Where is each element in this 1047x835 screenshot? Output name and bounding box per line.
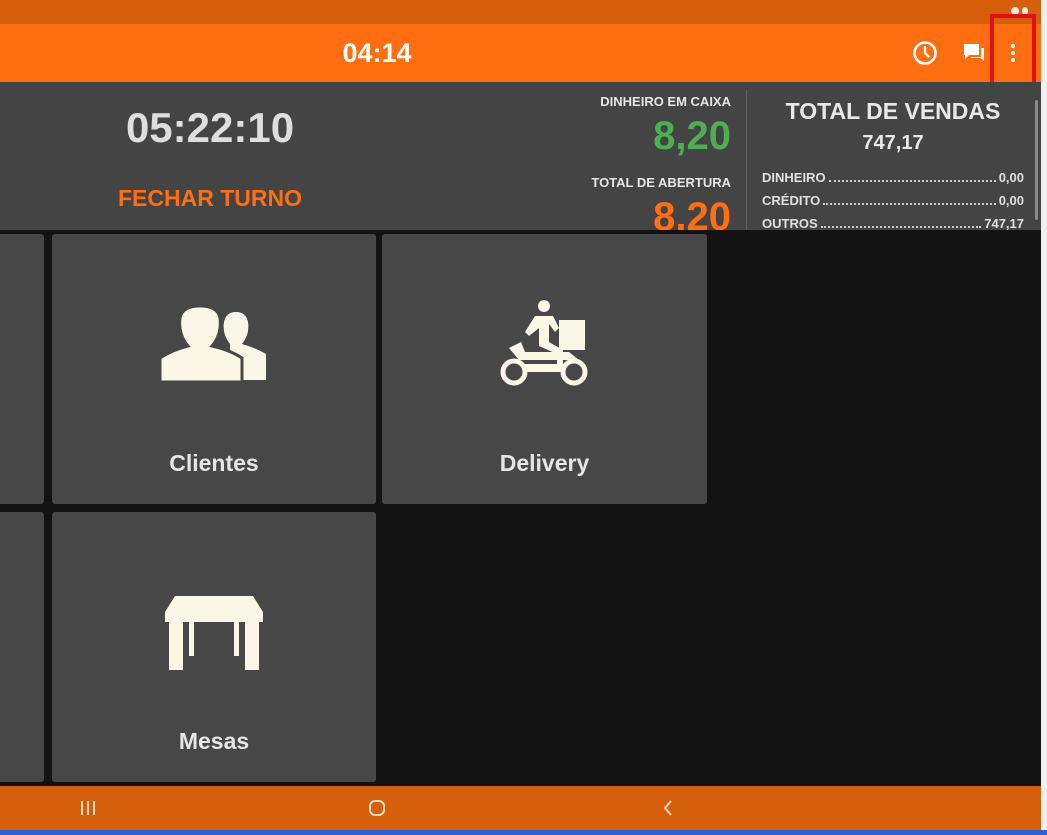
breakdown-label: DINHEIRO — [762, 170, 826, 185]
tile-clientes[interactable]: Clientes — [52, 234, 376, 504]
dot-leader — [823, 203, 996, 205]
system-nav-bar — [0, 786, 1041, 830]
breakdown-value: 747,17 — [984, 216, 1024, 230]
clock-button[interactable] — [906, 24, 944, 82]
sales-title: TOTAL DE VENDAS — [785, 98, 1001, 124]
tile-mesas[interactable]: Mesas — [52, 512, 376, 782]
chat-button[interactable] — [955, 24, 993, 82]
breakdown-label: OUTROS — [762, 216, 818, 230]
shift-info-panel: 05:22:10 FECHAR TURNO DINHEIRO EM CAIXA … — [0, 82, 1041, 230]
delivery-scooter-icon — [500, 300, 588, 386]
breakdown-row-cash: DINHEIRO 0,00 — [762, 170, 1024, 193]
recents-icon — [81, 801, 95, 815]
app-title: 04:14 — [342, 38, 412, 68]
dot-leader — [828, 180, 996, 182]
more-vert-icon — [1011, 44, 1015, 62]
tile-partial-left-2[interactable] — [0, 512, 44, 782]
breakdown-row-other: OUTROS 747,17 — [762, 216, 1024, 230]
home-button[interactable] — [347, 786, 407, 830]
tile-label: Delivery — [499, 450, 590, 476]
shift-timer: 05:22:10 — [125, 104, 295, 151]
close-shift-button[interactable]: FECHAR TURNO — [60, 185, 360, 212]
tile-label: Mesas — [178, 728, 250, 754]
back-button[interactable] — [638, 786, 698, 830]
sales-total: 747,17 — [862, 132, 924, 154]
more-options-button[interactable] — [990, 14, 1036, 92]
clock-icon — [913, 41, 937, 65]
app-bar: 04:14 — [0, 14, 1041, 92]
cash-in-drawer-value: 8,20 — [653, 114, 731, 158]
people-icon — [160, 304, 266, 384]
panel-scrollbar[interactable] — [1035, 100, 1038, 220]
window-edge — [1041, 0, 1047, 835]
breakdown-label: CRÉDITO — [762, 193, 821, 208]
divider — [746, 90, 747, 230]
sales-breakdown: DINHEIRO 0,00 CRÉDITO 0,00 OUTROS 747,17 — [762, 170, 1024, 230]
table-icon — [165, 596, 263, 670]
chat-icon — [964, 44, 984, 61]
status-bar — [0, 0, 1047, 24]
dot-leader — [820, 226, 982, 228]
opening-total-label: TOTAL DE ABERTURA — [591, 175, 731, 190]
breakdown-value: 0,00 — [998, 193, 1024, 208]
home-icon — [369, 800, 385, 816]
breakdown-row-credit: CRÉDITO 0,00 — [762, 193, 1024, 216]
tile-label: Clientes — [169, 450, 259, 476]
back-icon — [663, 800, 672, 816]
recents-button[interactable] — [58, 786, 118, 830]
cash-in-drawer-label: DINHEIRO EM CAIXA — [600, 94, 731, 109]
tile-delivery[interactable]: Delivery — [382, 234, 707, 504]
window-edge-bottom — [0, 830, 1047, 835]
opening-total-value: 8,20 — [653, 195, 731, 230]
breakdown-value: 0,00 — [998, 170, 1024, 185]
tile-partial-left-1[interactable] — [0, 234, 44, 504]
